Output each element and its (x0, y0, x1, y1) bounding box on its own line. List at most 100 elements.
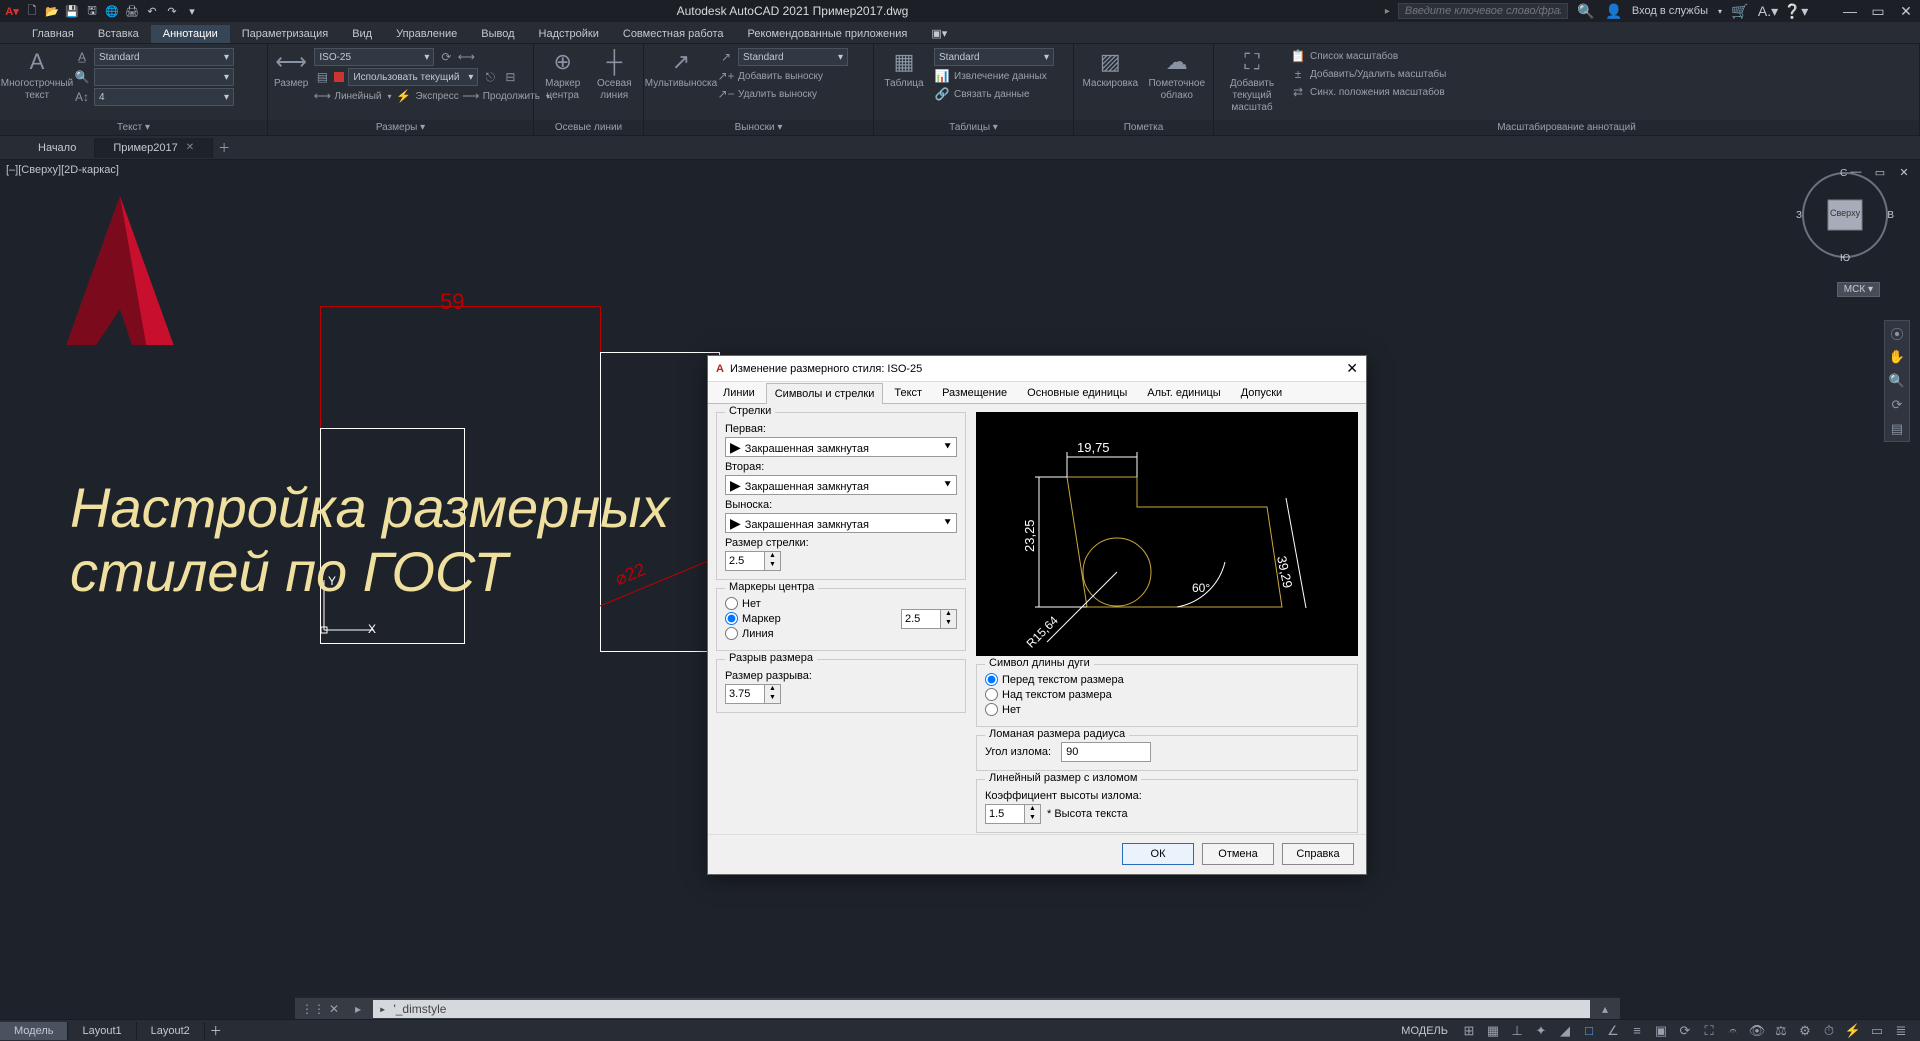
status-hw-icon[interactable]: ⚡ (1842, 1021, 1864, 1041)
dimlinear-icon[interactable]: ⟷ (314, 88, 330, 104)
keyword-search-input[interactable] (1398, 3, 1568, 19)
dimupdate-icon[interactable]: ⟳ (438, 49, 454, 65)
dimlayer-combo[interactable]: Использовать текущий▾ (348, 68, 478, 86)
tab-addins[interactable]: Надстройки (527, 25, 611, 43)
dimquick-icon[interactable]: ⚡ (396, 88, 412, 104)
status-annomon-icon[interactable]: ⛶ (1698, 1021, 1720, 1041)
spin-arrow-size[interactable]: ▲▼ (725, 551, 781, 571)
dimquick-btn[interactable]: Экспресс (416, 91, 459, 102)
cm-down-icon[interactable]: ▼ (941, 619, 956, 628)
plot-icon[interactable]: 🖨 (124, 3, 140, 19)
revcloud-button[interactable]: ☁ Пометочное облако (1147, 48, 1208, 102)
app-menu-icon[interactable]: A.▾ (1758, 1, 1778, 21)
input-jog-height[interactable] (986, 807, 1024, 821)
doctab-close-icon[interactable]: ✕ (186, 142, 194, 153)
open-icon[interactable]: 📂 (44, 3, 60, 19)
layouttab-add-icon[interactable]: ＋ (205, 1022, 227, 1039)
cancel-button[interactable]: Отмена (1202, 843, 1274, 865)
removeleader-btn[interactable]: Удалить выноску (738, 89, 817, 100)
combo-first-arrow[interactable]: ▶Закрашенная замкнутая⯆ (725, 437, 957, 457)
status-model-label[interactable]: МОДЕЛЬ (1393, 1025, 1456, 1037)
dimstylemgr-icon[interactable]: ⟷ (458, 49, 474, 65)
nav-showmotion-icon[interactable]: ▤ (1885, 417, 1909, 441)
leaderstyle-combo[interactable]: Standard▾ (738, 48, 848, 66)
combo-leader-arrow[interactable]: ▶Закрашенная замкнутая⯆ (725, 513, 957, 533)
nav-zoom-icon[interactable]: 🔍 (1885, 369, 1909, 393)
arrowsize-down-icon[interactable]: ▼ (765, 561, 780, 570)
model-viewport[interactable]: — ▭ ✕ [–][Сверху][2D-каркас] 59 ⌀22 (0, 160, 1920, 997)
status-trans-icon[interactable]: ▣ (1650, 1021, 1672, 1041)
tab-overflow-icon[interactable]: ▣▾ (919, 24, 959, 43)
doctab-start[interactable]: Начало (20, 138, 95, 158)
break-up-icon[interactable]: ▲ (765, 685, 780, 694)
scaleaddrm-btn[interactable]: Добавить/Удалить масштабы (1310, 69, 1446, 80)
web-icon[interactable]: 🌐 (104, 3, 120, 19)
status-annovisible-icon[interactable]: 👁 (1746, 1021, 1768, 1041)
viewcube-top-label[interactable]: Сверху (1830, 208, 1860, 218)
removeleader-icon[interactable]: ↗− (718, 86, 734, 102)
dlgtab-alt[interactable]: Альт. единицы (1138, 382, 1229, 403)
status-iso-icon[interactable]: ◢ (1554, 1021, 1576, 1041)
status-polar-icon[interactable]: ✦ (1530, 1021, 1552, 1041)
nav-orbit-icon[interactable]: ⟳ (1885, 393, 1909, 417)
input-jog-angle[interactable] (1061, 742, 1151, 762)
scaleaddrm-icon[interactable]: ± (1290, 66, 1306, 82)
status-ortho-icon[interactable]: ⊥ (1506, 1021, 1528, 1041)
cmd-expand-icon[interactable]: ▴ (1596, 1002, 1614, 1016)
dimstyle-combo[interactable]: ISO-25▾ (314, 48, 434, 66)
textstyle-icon[interactable]: A̲ (74, 49, 90, 65)
restore-window-icon[interactable]: ▭ (1868, 1, 1888, 21)
status-snap-icon[interactable]: ▦ (1482, 1021, 1504, 1041)
table-button[interactable]: ▦ Таблица (880, 48, 928, 90)
app-logo-icon[interactable]: A▾ (4, 3, 20, 19)
dlgtab-lines[interactable]: Линии (714, 382, 764, 403)
new-icon[interactable]: 🗋 (24, 3, 40, 19)
qat-more-icon[interactable]: ▾ (184, 3, 200, 19)
mtext-button[interactable]: A Многострочный текст (6, 48, 68, 102)
findtext-icon[interactable]: 🔍 (74, 69, 90, 85)
tablestyle-combo[interactable]: Standard▾ (934, 48, 1054, 66)
dimlinear-btn[interactable]: Линейный (334, 91, 381, 102)
spin-jog-height[interactable]: ▲▼ (985, 804, 1041, 824)
dimlayer-icon[interactable]: ▤ (314, 69, 330, 85)
radio-center-mark[interactable]: Маркер (725, 612, 781, 625)
dimension-button[interactable]: ⟷ Размер (274, 48, 308, 90)
saveas-icon[interactable]: 🖫 (84, 3, 100, 19)
centermark-button[interactable]: ⊕ Маркер центра (540, 48, 586, 102)
radio-arc-none[interactable]: Нет (985, 703, 1349, 716)
addcurrentscale-button[interactable]: ⛶ Добавить текущий масштаб (1220, 48, 1284, 114)
mleader-button[interactable]: ↗ Мультивыноска (650, 48, 712, 90)
redo-icon[interactable]: ↷ (164, 3, 180, 19)
tab-insert[interactable]: Вставка (86, 25, 151, 43)
user-icon[interactable]: 👤 (1604, 1, 1624, 21)
scalelist-icon[interactable]: 📋 (1290, 48, 1306, 64)
status-otrack-icon[interactable]: ∠ (1602, 1021, 1624, 1041)
dimspace-icon[interactable]: ⊟ (502, 69, 518, 85)
status-osnap-icon[interactable]: □ (1578, 1021, 1600, 1041)
dialog-close-icon[interactable]: ✕ (1346, 360, 1358, 377)
status-cleanscreen-icon[interactable]: ▭ (1866, 1021, 1888, 1041)
break-down-icon[interactable]: ▼ (765, 694, 780, 703)
tab-home[interactable]: Главная (20, 25, 86, 43)
textheight-combo[interactable]: 4▾ (94, 88, 234, 106)
doctab-new-icon[interactable]: ＋ (213, 139, 235, 156)
cmd-handle-icon[interactable]: ⋮⋮ (301, 1002, 319, 1016)
panel-dim-title[interactable]: Размеры ▾ (268, 120, 533, 135)
input-break-size[interactable] (726, 687, 764, 701)
addleader-btn[interactable]: Добавить выноску (738, 71, 823, 82)
tab-view[interactable]: Вид (340, 25, 384, 43)
nav-wheel-icon[interactable]: ⦿ (1885, 321, 1909, 345)
dataextract-btn[interactable]: Извлечение данных (954, 71, 1047, 82)
tab-manage[interactable]: Управление (384, 25, 469, 43)
panel-leader-title[interactable]: Выноски ▾ (644, 120, 873, 135)
datalink-icon[interactable]: 🔗 (934, 86, 950, 102)
wipeout-button[interactable]: ▨ Маскировка (1080, 48, 1141, 90)
scalesync-icon[interactable]: ⇄ (1290, 84, 1306, 100)
doctab-current[interactable]: Пример2017✕ (95, 138, 213, 158)
viewport-controls[interactable]: [–][Сверху][2D-каркас] (6, 164, 119, 176)
help-icon[interactable]: ❔▾ (1786, 1, 1806, 21)
close-window-icon[interactable]: ✕ (1896, 1, 1916, 21)
viewcube[interactable]: С В Ю З Сверху (1800, 170, 1890, 260)
centerline-button[interactable]: ┼ Осевая линия (592, 48, 638, 102)
tab-parametric[interactable]: Параметризация (230, 25, 340, 43)
